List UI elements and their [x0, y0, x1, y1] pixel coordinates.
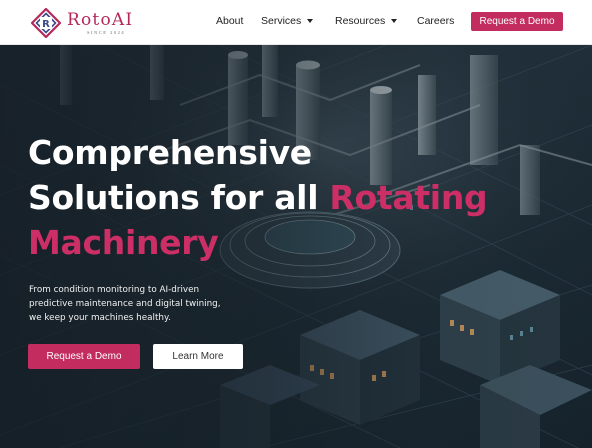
- nav-about[interactable]: About: [216, 15, 243, 27]
- hero-subtext: From condition monitoring to AI-driven p…: [29, 285, 221, 323]
- headline-line-1: Comprehensive: [28, 133, 312, 172]
- nav-resources[interactable]: Resources: [335, 15, 398, 27]
- chevron-down-icon: [307, 19, 314, 23]
- chevron-down-icon: [391, 19, 398, 23]
- hero-learn-more-button[interactable]: Learn More: [153, 344, 243, 369]
- hero-headline: Comprehensive Solutions for all Rotating…: [28, 130, 498, 265]
- brand-logo[interactable]: R RotoAI SINCE 2024: [30, 6, 141, 40]
- nav-careers-label: Careers: [417, 15, 455, 27]
- brand-name: RotoAI: [67, 10, 134, 30]
- nav-resources-label: Resources: [335, 15, 386, 27]
- logo-letter: R: [42, 19, 50, 30]
- nav-services[interactable]: Services: [261, 15, 314, 27]
- brand-tagline: SINCE 2024: [87, 30, 126, 35]
- nav-careers[interactable]: Careers: [417, 15, 454, 27]
- header-request-demo-button[interactable]: Request a Demo: [471, 12, 563, 31]
- headline-line-2: Solutions for all: [28, 178, 330, 217]
- hero-request-demo-button[interactable]: Request a Demo: [28, 344, 140, 369]
- hero-section: Comprehensive Solutions for all Rotating…: [0, 45, 592, 448]
- nav-services-label: Services: [261, 15, 302, 27]
- headline-accent-rotating: Rotating: [329, 178, 488, 217]
- site-header: R RotoAI SINCE 2024 About Services Resou…: [0, 0, 592, 45]
- headline-accent-machinery: Machinery: [28, 223, 219, 262]
- logo-mark-icon: R: [30, 7, 62, 39]
- nav-about-label: About: [216, 15, 244, 27]
